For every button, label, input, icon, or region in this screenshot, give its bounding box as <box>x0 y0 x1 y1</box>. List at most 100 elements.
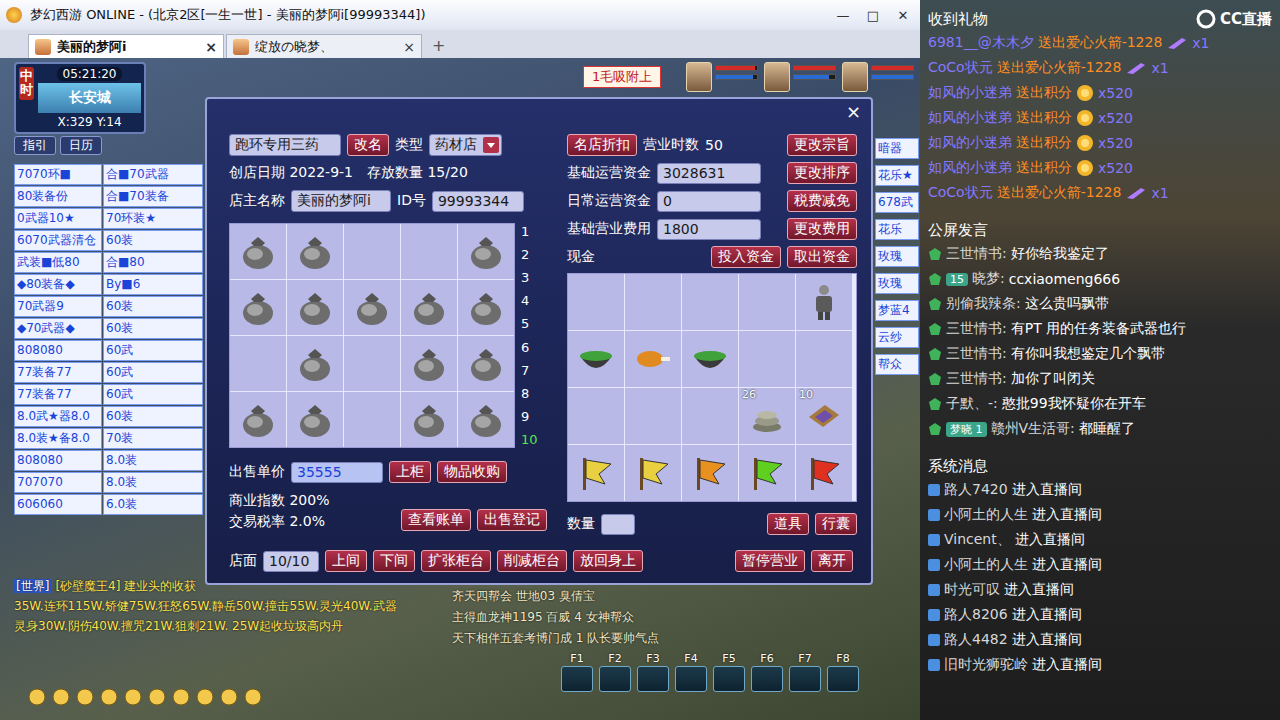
stall-label[interactable]: 武装■低80 <box>14 252 102 273</box>
stall-label[interactable]: 60装 <box>103 230 203 251</box>
page-number[interactable]: 9 <box>521 410 538 423</box>
stall-label[interactable]: 808080 <box>14 340 102 361</box>
stall-label[interactable]: 8.0装 <box>103 450 203 471</box>
page-number[interactable]: 6 <box>521 341 538 354</box>
stall-label[interactable]: 梦蓝4 <box>875 300 919 321</box>
inventory-slot[interactable] <box>568 388 624 444</box>
hotkey[interactable]: F8 <box>826 652 860 692</box>
tab-close[interactable]: × <box>403 39 415 55</box>
gift-user[interactable]: 如风的小迷弟 <box>928 134 1012 152</box>
chat-user[interactable]: 赣州V生活哥: <box>991 420 1075 438</box>
inventory-slot[interactable] <box>625 331 681 387</box>
inventory-slot[interactable] <box>796 445 852 501</box>
control-icon[interactable] <box>172 688 190 706</box>
page-number[interactable]: 4 <box>521 294 538 307</box>
stall-label[interactable]: 60装 <box>103 318 203 339</box>
control-icon[interactable] <box>220 688 238 706</box>
hotkey-slot[interactable] <box>637 666 669 692</box>
shelve-button[interactable]: 上柜 <box>389 461 431 483</box>
party-member[interactable] <box>842 62 914 92</box>
control-icon[interactable] <box>196 688 214 706</box>
counter-slot[interactable] <box>458 280 514 335</box>
hotkey-slot[interactable] <box>713 666 745 692</box>
counter-slot[interactable] <box>401 392 457 447</box>
gift-user[interactable]: CoCo状元 <box>928 59 993 77</box>
stall-label[interactable]: 70装 <box>103 428 203 449</box>
window-control[interactable]: ✕ <box>892 8 914 23</box>
stall-label[interactable]: 60武 <box>103 362 203 383</box>
visitor-name[interactable]: 路人8206 <box>944 606 1008 624</box>
discount-button[interactable]: 名店折扣 <box>567 134 637 156</box>
counter-slot[interactable] <box>401 336 457 391</box>
visitor-name[interactable]: 路人4482 <box>944 631 1008 649</box>
fund-button[interactable]: 更改费用 <box>787 218 857 240</box>
stall-label[interactable]: 77装备77 <box>14 362 102 383</box>
minimap-body[interactable]: 05:21:20长安城X:329 Y:14 <box>38 67 141 129</box>
visitor-name[interactable]: 小阿土的人生 <box>944 506 1028 524</box>
inventory-slot[interactable] <box>682 388 738 444</box>
hotkey-slot[interactable] <box>561 666 593 692</box>
chat-user[interactable]: 三世情书: <box>946 320 1007 338</box>
gift-user[interactable]: 如风的小迷弟 <box>928 84 1012 102</box>
inventory-slot[interactable] <box>739 445 795 501</box>
end-button[interactable]: 暂停营业 <box>735 550 805 572</box>
counter-slot[interactable] <box>230 280 286 335</box>
page-number[interactable]: 8 <box>521 387 538 400</box>
minimap-button[interactable]: 日历 <box>60 136 102 155</box>
counter-slot[interactable] <box>344 392 400 447</box>
stall-label[interactable]: 60武 <box>103 340 203 361</box>
stall-label[interactable]: 云纱 <box>875 327 919 348</box>
stall-label[interactable]: 花乐 <box>875 219 919 240</box>
control-icon[interactable] <box>100 688 118 706</box>
stall-label[interactable]: 60装 <box>103 296 203 317</box>
hotkey-slot[interactable] <box>675 666 707 692</box>
inventory-slot[interactable] <box>568 331 624 387</box>
new-tab-button[interactable]: + <box>424 36 453 58</box>
window-control[interactable]: □ <box>862 8 884 23</box>
stall-label[interactable]: 6070武器清仓 <box>14 230 102 251</box>
inventory-slot[interactable] <box>682 331 738 387</box>
counter-slot[interactable] <box>287 224 343 279</box>
counter-slot[interactable] <box>458 336 514 391</box>
ledger-button[interactable]: 查看账单 <box>401 509 471 531</box>
counter-slot[interactable] <box>230 392 286 447</box>
stall-label[interactable]: By■6 <box>103 274 203 295</box>
buy-button[interactable]: 物品收购 <box>437 461 507 483</box>
gift-user[interactable]: 6981__@木木夕 <box>928 34 1034 52</box>
qty-field[interactable] <box>601 514 635 535</box>
visitor-name[interactable]: 旧时光狮驼岭 <box>944 656 1028 674</box>
hotkey[interactable]: F3 <box>636 652 670 692</box>
chat-user[interactable]: 晓梦: <box>972 270 1005 288</box>
stall-label[interactable]: 玫瑰 <box>875 273 919 294</box>
visitor-name[interactable]: 路人7420 <box>944 481 1008 499</box>
chat-user[interactable]: 别偷我辣条: <box>946 295 1021 313</box>
control-icon[interactable] <box>28 688 46 706</box>
chat-user[interactable]: 子默、-: <box>946 395 998 413</box>
stall-label[interactable]: 60武 <box>103 384 203 405</box>
party-member[interactable] <box>764 62 836 92</box>
game-scene[interactable]: 7070环■合■70武器80装备份合■70装备0武器10★70环装★6070武器… <box>0 58 920 720</box>
stall-label[interactable]: 8.0武★器8.0 <box>14 406 102 427</box>
bag-tab[interactable]: 行囊 <box>815 513 857 535</box>
stall-label[interactable]: 0武器10★ <box>14 208 102 229</box>
type-dropdown[interactable]: 药材店 <box>429 134 502 156</box>
hotkey-slot[interactable] <box>751 666 783 692</box>
gift-user[interactable]: 如风的小迷弟 <box>928 159 1012 177</box>
fund-button[interactable]: 更改排序 <box>787 162 857 184</box>
price-field[interactable]: 35555 <box>291 462 383 483</box>
inventory-slot[interactable] <box>625 388 681 444</box>
stall-label[interactable]: 80装备份 <box>14 186 102 207</box>
inventory-slot[interactable] <box>796 274 852 330</box>
inventory-slot[interactable] <box>568 274 624 330</box>
inventory-slot[interactable] <box>568 445 624 501</box>
floor-button[interactable]: 放回身上 <box>573 550 643 572</box>
close-button[interactable]: × <box>842 101 865 123</box>
control-icon[interactable] <box>52 688 70 706</box>
counter-slot[interactable] <box>344 224 400 279</box>
stall-label[interactable]: 606060 <box>14 494 102 515</box>
stall-label[interactable]: ◆80装备◆ <box>14 274 102 295</box>
stall-label[interactable]: 60装 <box>103 406 203 427</box>
inventory-slot[interactable] <box>796 331 852 387</box>
gift-user[interactable]: CoCo状元 <box>928 184 993 202</box>
chat-user[interactable]: 三世情书: <box>946 345 1007 363</box>
